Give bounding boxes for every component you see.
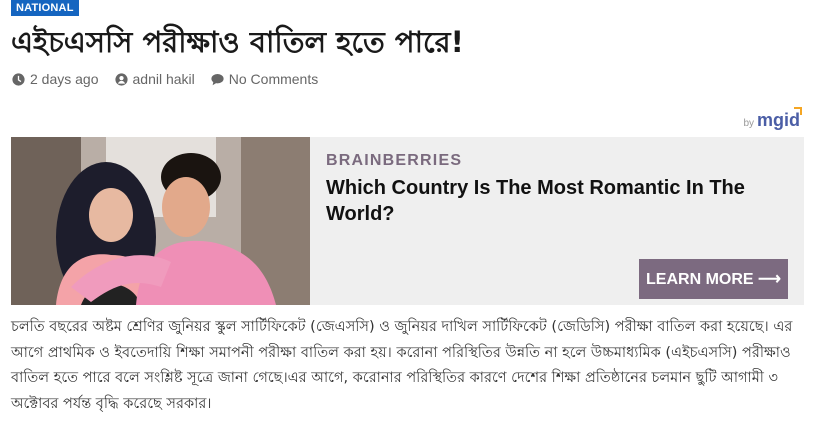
sponsored-ad-card[interactable]: BRAINBERRIES Which Country Is The Most R… <box>11 137 804 305</box>
ad-headline[interactable]: Which Country Is The Most Romantic In Th… <box>326 175 776 227</box>
post-date-text: 2 days ago <box>30 71 99 87</box>
post-comments-text[interactable]: No Comments <box>229 71 318 87</box>
article-title: এইচএসসি পরীক্ষাও বাতিল হতে পারে! <box>11 25 464 59</box>
ad-network-logo[interactable]: by mgid <box>743 107 802 131</box>
mgid-logo: mgid <box>757 107 802 131</box>
couple-photo <box>11 137 310 305</box>
category-badge[interactable]: NATIONAL <box>11 0 79 16</box>
clock-icon <box>12 72 25 86</box>
ad-network-by: by <box>743 118 754 129</box>
user-icon <box>114 72 128 86</box>
ad-content[interactable]: BRAINBERRIES Which Country Is The Most R… <box>310 137 804 305</box>
post-author-text[interactable]: adnil hakil <box>133 71 195 87</box>
article-meta: 2 days ago adnil hakil No Comments <box>12 71 334 87</box>
mgid-logo-mark <box>794 107 802 115</box>
post-author[interactable]: adnil hakil <box>114 71 195 87</box>
ad-image[interactable] <box>11 137 310 305</box>
ad-source: BRAINBERRIES <box>326 152 463 169</box>
learn-more-button[interactable]: LEARN MORE ⟶ <box>639 259 788 299</box>
post-date: 2 days ago <box>12 71 99 87</box>
article-body: চলতি বছরের অষ্টম শ্রেণির জুনিয়র স্কুল স… <box>11 319 793 412</box>
post-comments[interactable]: No Comments <box>211 71 318 87</box>
comment-icon <box>211 73 224 85</box>
